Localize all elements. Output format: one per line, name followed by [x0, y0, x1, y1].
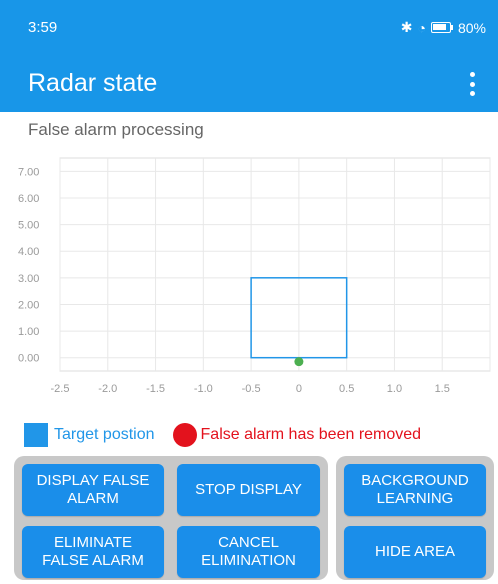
section-title: False alarm processing: [28, 120, 204, 139]
background-button-panel: BACKGROUND LEARNING HIDE AREA: [336, 456, 494, 580]
eliminate-false-alarm-button[interactable]: ELIMINATE FALSE ALARM: [22, 526, 164, 578]
hide-area-button[interactable]: HIDE AREA: [344, 526, 486, 578]
y-tick-label: 7.00: [18, 166, 39, 178]
battery-level: 80%: [457, 19, 486, 36]
radar-point: [294, 357, 304, 367]
app-bar: Radar state: [0, 56, 498, 112]
stop-display-button[interactable]: STOP DISPLAY: [177, 464, 320, 516]
status-bar: 3:59 ✱ ◔ 80%: [0, 0, 498, 56]
removed-legend-dot-icon: [172, 423, 197, 447]
x-tick-label: 1.5: [435, 383, 450, 395]
background-learning-button[interactable]: BACKGROUND LEARNING: [344, 464, 486, 516]
status-icons: ✱ ◔ 80%: [401, 19, 486, 36]
y-tick-label: 3.00: [18, 273, 39, 285]
y-tick-label: 0.00: [18, 353, 39, 365]
battery-icon: [430, 22, 451, 33]
false-alarm-button-panel: DISPLAY FALSE ALARM STOP DISPLAY ELIMINA…: [14, 456, 328, 580]
legend: Target postion False alarm has been remo…: [24, 423, 421, 447]
radar-chart: 0.00 1.00 2.00 3.00 4.00 5.00 6.00 7.00 -2.5 -2.0…: [14, 153, 494, 398]
target-legend-square-icon: [24, 423, 48, 447]
status-time: 3:59: [28, 19, 58, 36]
page-title: Radar state: [28, 69, 158, 97]
plot-area: [59, 157, 491, 372]
x-tick-label: -2.5: [51, 383, 70, 395]
x-tick-label: -1.5: [146, 383, 165, 395]
x-tick-label: -2.0: [98, 383, 117, 395]
x-tick-label: 0: [296, 383, 302, 395]
cancel-elimination-button[interactable]: CANCEL ELIMINATION: [177, 526, 320, 578]
radar-chart-svg: 0.001.002.003.004.005.006.007.00-2.5 -2.0…: [18, 157, 491, 395]
display-false-alarm-button[interactable]: DISPLAY FALSE ALARM: [22, 464, 164, 516]
x-tick-label: 0.5: [339, 383, 354, 395]
bluetooth-icon: ✱: [400, 19, 413, 35]
legend-target-label: Target postion: [54, 426, 155, 443]
overflow-menu-icon[interactable]: [466, 68, 478, 100]
y-tick-label: 5.00: [18, 220, 39, 232]
x-tick-label: -1.0: [194, 383, 213, 395]
y-tick-label: 2.00: [18, 299, 39, 311]
y-tick-label: 1.00: [18, 326, 39, 338]
wifi-icon: ◔: [417, 19, 426, 36]
x-tick-label: 1.0: [387, 383, 402, 395]
y-tick-label: 4.00: [18, 246, 39, 258]
legend-removed-label: False alarm has been removed: [200, 426, 422, 443]
y-tick-label: 6.00: [18, 193, 39, 205]
x-tick-label: -0.5: [242, 383, 261, 395]
